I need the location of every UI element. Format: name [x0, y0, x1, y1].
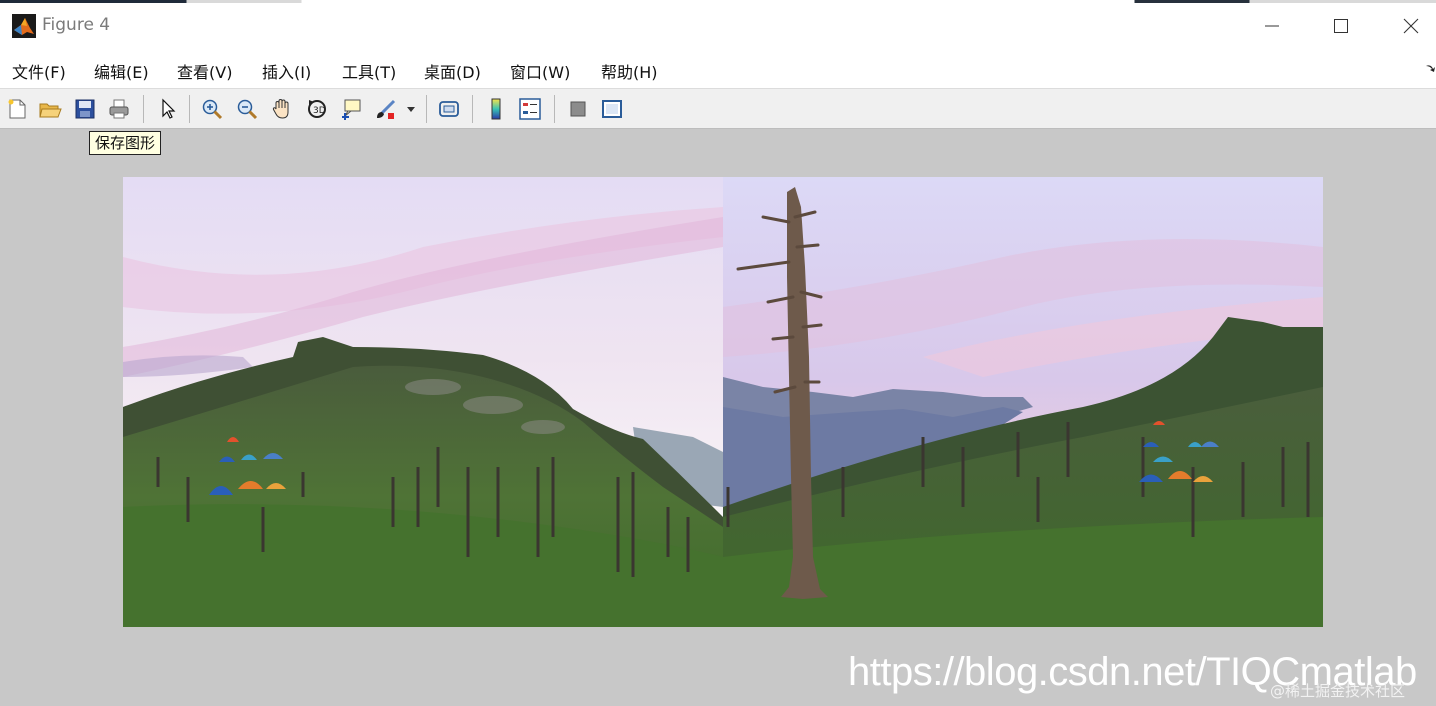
open-file-icon [39, 103, 62, 118]
close-button[interactable] [1394, 9, 1428, 43]
brush-dropdown-button[interactable] [402, 95, 420, 123]
show-plot-tools-button[interactable] [598, 95, 626, 123]
insert-colorbar-icon [491, 98, 501, 120]
insert-legend-button[interactable] [516, 95, 544, 123]
data-cursor-button[interactable] [337, 95, 365, 123]
menu-bar: 文件(F) 编辑(E) 查看(V) 插入(I) 工具(T) 桌面(D) 窗口(W… [0, 48, 1436, 88]
title-bar: Figure 4 [0, 3, 1436, 48]
show-plot-tools-icon [602, 100, 622, 118]
right-panorama-image [723, 177, 1323, 627]
menu-file[interactable]: 文件(F) [12, 59, 66, 83]
menu-tools[interactable]: 工具(T) [342, 59, 396, 83]
left-panorama-image [123, 177, 723, 627]
edit-plot-button[interactable] [154, 95, 182, 123]
menu-desktop[interactable]: 桌面(D) [424, 59, 481, 83]
toolbar-separator [554, 95, 555, 123]
pan-hand-icon [272, 98, 289, 119]
brush-icon [377, 99, 396, 119]
toolbar-separator [426, 95, 427, 123]
zoom-in-icon [202, 99, 223, 120]
pan-button[interactable] [268, 95, 296, 123]
menu-edit[interactable]: 编辑(E) [94, 59, 149, 83]
hide-plot-tools-button[interactable] [564, 95, 592, 123]
link-plot-icon [439, 101, 459, 117]
toolbar-separator [472, 95, 473, 123]
insert-colorbar-button[interactable] [482, 95, 510, 123]
edit-plot-cursor-icon [162, 98, 176, 119]
zoom-out-button[interactable] [233, 95, 261, 123]
watermark-community: @稀土掘金技术社区 [1270, 682, 1406, 700]
print-figure-icon [109, 99, 129, 119]
close-icon [1403, 18, 1419, 34]
menu-insert[interactable]: 插入(I) [262, 59, 311, 83]
brush-dropdown-icon [407, 107, 415, 112]
save-figure-button[interactable] [71, 95, 99, 123]
data-cursor-icon [342, 99, 361, 120]
print-figure-button[interactable] [105, 95, 133, 123]
new-figure-icon [8, 99, 26, 119]
maximize-button[interactable] [1324, 9, 1358, 43]
zoom-out-icon [237, 99, 258, 120]
link-plot-button[interactable] [435, 95, 463, 123]
toolbar-separator [189, 95, 190, 123]
window-title: Figure 4 [42, 15, 111, 35]
maximize-icon [1334, 19, 1348, 33]
zoom-in-button[interactable] [198, 95, 226, 123]
menu-window[interactable]: 窗口(W) [510, 59, 570, 83]
menu-view[interactable]: 查看(V) [177, 59, 232, 83]
save-figure-tooltip: 保存图形 [89, 131, 162, 155]
hide-plot-tools-icon [570, 101, 586, 117]
rotate-3d-button[interactable]: 3D [303, 95, 331, 123]
save-figure-icon [75, 99, 95, 119]
brush-button[interactable] [372, 95, 400, 123]
open-file-button[interactable] [36, 95, 64, 123]
dock-arrow-icon[interactable] [1424, 62, 1436, 74]
minimize-button[interactable] [1255, 9, 1289, 43]
insert-legend-icon [519, 98, 541, 120]
rotate-3d-icon: 3D [308, 100, 326, 118]
matlab-logo-icon [12, 14, 36, 38]
figure-toolbar: 3D [0, 88, 1436, 129]
svg-text:3D: 3D [313, 106, 326, 116]
menu-help[interactable]: 帮助(H) [601, 59, 658, 83]
new-figure-button[interactable] [3, 95, 31, 123]
minimize-icon [1265, 25, 1279, 27]
toolbar-separator [143, 95, 144, 123]
